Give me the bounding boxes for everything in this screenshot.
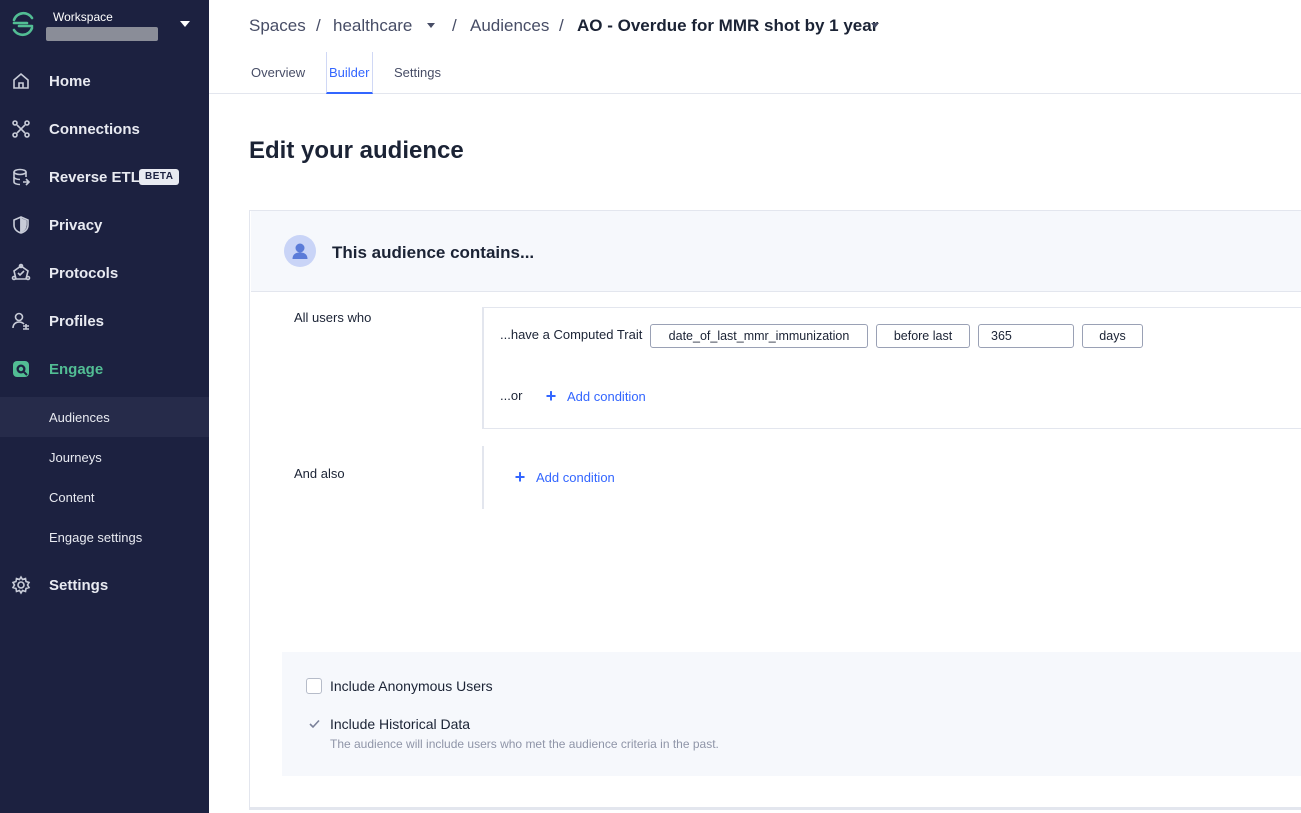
add-condition-label: Add condition xyxy=(567,388,646,404)
check-icon xyxy=(309,719,320,729)
nav-sub-content-label: Content xyxy=(49,490,95,505)
beta-badge: BETA xyxy=(139,169,180,185)
protocols-icon xyxy=(11,263,31,281)
profiles-icon xyxy=(12,312,29,330)
breadcrumb-spaces[interactable]: Spaces xyxy=(249,16,306,36)
breadcrumb-separator: / xyxy=(559,16,564,35)
include-anonymous-label: Include Anonymous Users xyxy=(330,678,493,694)
and-also-label: And also xyxy=(294,466,345,481)
database-icon xyxy=(13,168,31,186)
breadcrumb-separator: / xyxy=(316,16,321,35)
nav-engage[interactable]: Engage xyxy=(0,349,209,389)
plus-icon: + xyxy=(545,386,557,406)
nav-sub-journeys-label: Journeys xyxy=(49,450,102,465)
nav-engage-label: Engage xyxy=(49,360,104,378)
nav-protocols-label: Protocols xyxy=(49,264,119,282)
nav-sub-content[interactable]: Content xyxy=(0,477,209,517)
nav-privacy[interactable]: Privacy xyxy=(0,205,209,245)
include-historical-description: The audience will include users who met … xyxy=(330,737,719,751)
unit-select[interactable]: days xyxy=(1082,324,1143,348)
nav-home-label: Home xyxy=(49,72,91,90)
days-value-input[interactable]: 365 xyxy=(978,324,1074,348)
tab-builder[interactable]: Builder xyxy=(329,65,369,80)
card-title: This audience contains... xyxy=(332,243,535,262)
condition-prefix: ...have a Computed Trait xyxy=(500,327,643,342)
and-also-block xyxy=(482,446,484,509)
tab-overview[interactable]: Overview xyxy=(251,65,305,80)
gear-icon xyxy=(11,575,31,595)
nav-profiles[interactable]: Profiles xyxy=(0,301,209,341)
breadcrumb-separator: / xyxy=(452,16,457,35)
all-users-label: All users who xyxy=(294,310,372,325)
caret-down-icon[interactable] xyxy=(180,21,190,27)
plus-icon: + xyxy=(514,467,526,487)
breadcrumb-space[interactable]: healthcare xyxy=(333,16,412,36)
nav-connections[interactable]: Connections xyxy=(0,109,209,149)
nav-reverse-etl[interactable]: Reverse ETL BETA xyxy=(0,157,209,197)
nav-sub-engage-settings[interactable]: Engage settings xyxy=(0,517,209,557)
breadcrumb-audience: AO - Overdue for MMR shot by 1 year xyxy=(577,16,879,35)
nav-sub-journeys[interactable]: Journeys xyxy=(0,437,209,477)
segment-logo-icon xyxy=(12,11,34,37)
connections-icon xyxy=(12,120,30,138)
breadcrumb-audiences[interactable]: Audiences xyxy=(470,16,549,36)
nav-protocols[interactable]: Protocols xyxy=(0,253,209,293)
caret-down-icon[interactable] xyxy=(427,23,435,28)
sidebar: Workspace Home Connections Reverse ETL B… xyxy=(0,0,209,813)
tab-settings[interactable]: Settings xyxy=(394,65,441,80)
nav-reverse-etl-label: Reverse ETL xyxy=(49,168,140,186)
nav-connections-label: Connections xyxy=(49,120,140,138)
add-or-condition-button[interactable]: + Add condition xyxy=(543,386,646,406)
nav-settings-label: Settings xyxy=(49,576,109,594)
nav-profiles-label: Profiles xyxy=(49,312,105,330)
include-anonymous-checkbox[interactable] xyxy=(306,678,322,694)
nav-sub-audiences[interactable]: Audiences xyxy=(0,397,209,437)
nav-home[interactable]: Home xyxy=(0,61,209,101)
workspace-label: Workspace xyxy=(53,10,113,24)
nav-sub-audiences-label: Audiences xyxy=(49,410,110,425)
nav-sub-engage-settings-label: Engage settings xyxy=(49,530,143,545)
add-condition-label: Add condition xyxy=(536,469,615,485)
audience-options xyxy=(282,652,1301,776)
engage-icon xyxy=(13,361,29,377)
card-header: This audience contains... xyxy=(251,211,1301,292)
workspace-switcher[interactable]: Workspace xyxy=(0,0,209,52)
operator-select[interactable]: before last xyxy=(876,324,970,348)
include-historical-checkbox[interactable] xyxy=(306,716,322,732)
page-title: Edit your audience xyxy=(249,137,464,164)
add-and-condition-button[interactable]: + Add condition xyxy=(512,467,615,487)
workspace-name-redacted xyxy=(46,27,158,41)
include-historical-label: Include Historical Data xyxy=(330,716,471,732)
trait-select[interactable]: date_of_last_mmr_immunization xyxy=(650,324,868,348)
nav-settings[interactable]: Settings xyxy=(0,565,209,605)
page-header: Spaces / healthcare / Audiences / AO - O… xyxy=(209,0,1301,94)
or-label: ...or xyxy=(500,388,523,403)
shield-icon xyxy=(13,216,29,234)
caret-down-icon[interactable] xyxy=(871,23,879,28)
user-avatar-icon xyxy=(284,235,316,267)
nav-privacy-label: Privacy xyxy=(49,216,103,234)
home-icon xyxy=(13,72,29,89)
